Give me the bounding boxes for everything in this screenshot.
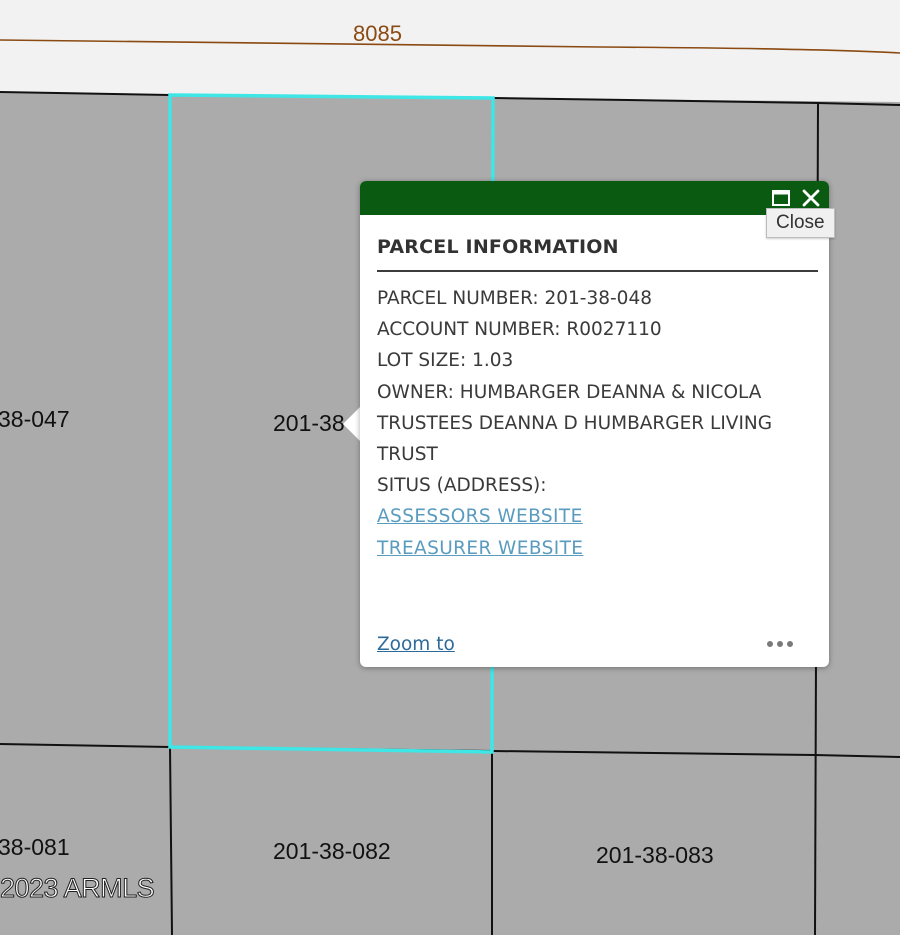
copyright-watermark: 2023 ARMLS xyxy=(0,873,155,904)
more-options-button[interactable] xyxy=(763,635,797,653)
popup-pointer xyxy=(343,407,360,441)
parcel-info-popup: PARCEL INFORMATION PARCEL NUMBER: 201-38… xyxy=(360,181,829,667)
parcel-label-right-bottom: 201-38-083 xyxy=(596,842,714,868)
close-tooltip: Close xyxy=(766,208,835,238)
popup-divider xyxy=(377,270,818,272)
situs-address-line: SITUS (ADDRESS): xyxy=(377,475,547,497)
close-icon xyxy=(802,189,820,207)
popup-header xyxy=(360,181,829,215)
parcel-label-center-bottom: 201-38-082 xyxy=(273,838,391,864)
treasurer-website-link[interactable]: TREASURER WEBSITE xyxy=(377,533,817,564)
close-button[interactable] xyxy=(800,187,822,209)
road-label: 8085 xyxy=(353,21,402,46)
popup-title: PARCEL INFORMATION xyxy=(377,236,619,258)
owner-line-continued: TRUSTEES DEANNA D HUMBARGER LIVING xyxy=(377,412,773,434)
account-number-line: ACCOUNT NUMBER: R0027110 xyxy=(377,319,662,341)
owner-line: OWNER: HUMBARGER DEANNA & NICOLA xyxy=(377,381,762,403)
owner-line-end: TRUST xyxy=(377,444,438,466)
maximize-icon xyxy=(772,190,790,206)
assessors-website-link[interactable]: ASSESSORS WEBSITE xyxy=(377,501,817,532)
popup-body: PARCEL NUMBER: 201-38-048 ACCOUNT NUMBER… xyxy=(377,283,817,564)
zoom-to-link[interactable]: Zoom to xyxy=(377,634,455,655)
lot-size-line: LOT SIZE: 1.03 xyxy=(377,350,514,372)
more-options-icon xyxy=(767,641,793,647)
parcel-label-center-top: 201-38 xyxy=(273,410,345,436)
road-area xyxy=(0,0,900,102)
parcel-boundary-v1 xyxy=(169,746,173,935)
parcel-label-left-bottom: 38-081 xyxy=(0,834,70,860)
parcel-label-left-top: 38-047 xyxy=(0,406,70,432)
maximize-button[interactable] xyxy=(770,187,792,209)
parcel-number-line: PARCEL NUMBER: 201-38-048 xyxy=(377,288,652,309)
